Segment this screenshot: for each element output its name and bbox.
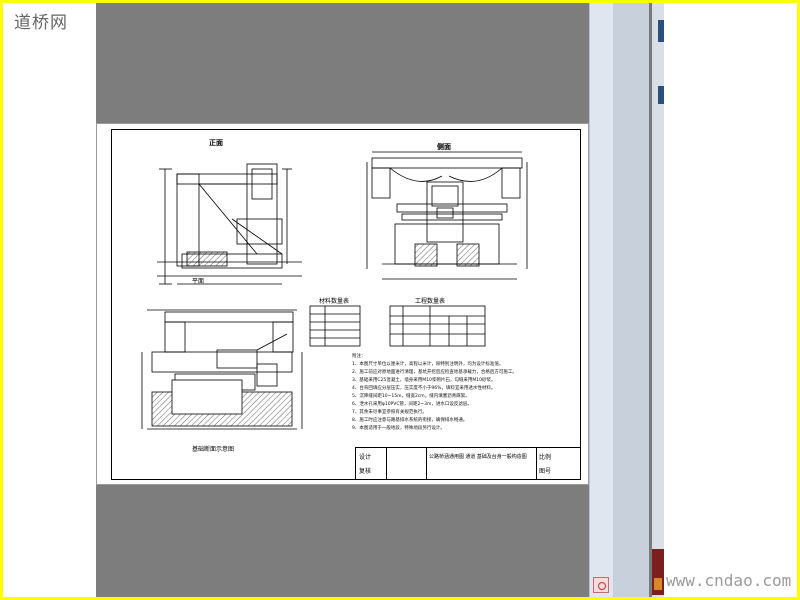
plan-view — [141, 309, 303, 430]
taskbar-icon[interactable] — [654, 578, 662, 590]
title-block-drawing-title: 公路桥涵通用图 通道 基础及台身一般构造图 — [429, 454, 527, 460]
vertical-scrollbar[interactable] — [589, 3, 615, 597]
note-line: 7、其余未尽事宜参照有关规范执行。 — [352, 410, 427, 415]
note-line: 4、台背回填应分层压实，压实度不小于96%，填料宜采用透水性材料。 — [352, 386, 496, 391]
side-view-title: 侧面 — [437, 144, 451, 151]
note-line: 6、泄水孔采用φ10PVC管，间距2~3m，进水口设反滤层。 — [352, 402, 472, 407]
material-table-title: 材料数量表 — [319, 299, 350, 305]
quantity-table — [389, 305, 486, 347]
notes-block: 附注： 1、本图尺寸单位以厘米计，高程以米计，除特别注明外，均为设计标准值。 2… — [352, 353, 572, 433]
record-icon[interactable] — [593, 577, 609, 593]
title-block-sheet: 图号 — [539, 469, 552, 475]
title-block-design: 设计 — [359, 455, 372, 461]
watermark-top-left: 道桥网 — [14, 13, 68, 33]
note-line: 5、沉降缝间距10~15m，缝宽2cm，缝内填塞沥青麻絮。 — [352, 394, 470, 399]
note-line: 8、施工时应注意与路基排水系统的衔接，确保排水畅通。 — [352, 418, 468, 423]
watermark-bottom-right: www.cndao.com — [666, 571, 792, 590]
title-block: 设计 复核 公路桥涵通用图 通道 基础及台身一般构造图 比例 图号 — [355, 447, 581, 480]
plan-view-title: 平面 — [192, 279, 205, 285]
panel-divider — [613, 3, 652, 597]
side-view — [366, 151, 528, 280]
note-line: 1、本图尺寸单位以厘米计，高程以米计，除特别注明外，均为设计标准值。 — [352, 362, 504, 367]
notes-title: 附注： — [352, 354, 366, 359]
title-block-check: 复核 — [359, 469, 372, 475]
section-label: 基础断面示意图 — [192, 447, 235, 453]
material-table — [309, 305, 361, 347]
left-margin — [3, 3, 96, 597]
note-line: 9、本图适用于一般地段，特殊地段另行设计。 — [352, 426, 445, 431]
title-block-scale: 比例 — [539, 455, 552, 461]
front-view — [157, 163, 302, 285]
quantity-table-title: 工程数量表 — [415, 299, 446, 305]
note-line: 3、基础采用C25混凝土，墙身采用M10浆砌片石，勾缝采用M10砂浆。 — [352, 378, 496, 383]
front-view-title: 正面 — [209, 140, 223, 147]
drawing-sheet: 正面 侧面 平面 基础断面示意图 材料数量表 工程数量表 附注： 1、本图尺寸单… — [97, 124, 588, 484]
blank-area — [664, 3, 794, 597]
note-line: 2、施工前应对原地面进行清理，基坑开挖后应检查地基承载力，合格后方可施工。 — [352, 370, 517, 375]
